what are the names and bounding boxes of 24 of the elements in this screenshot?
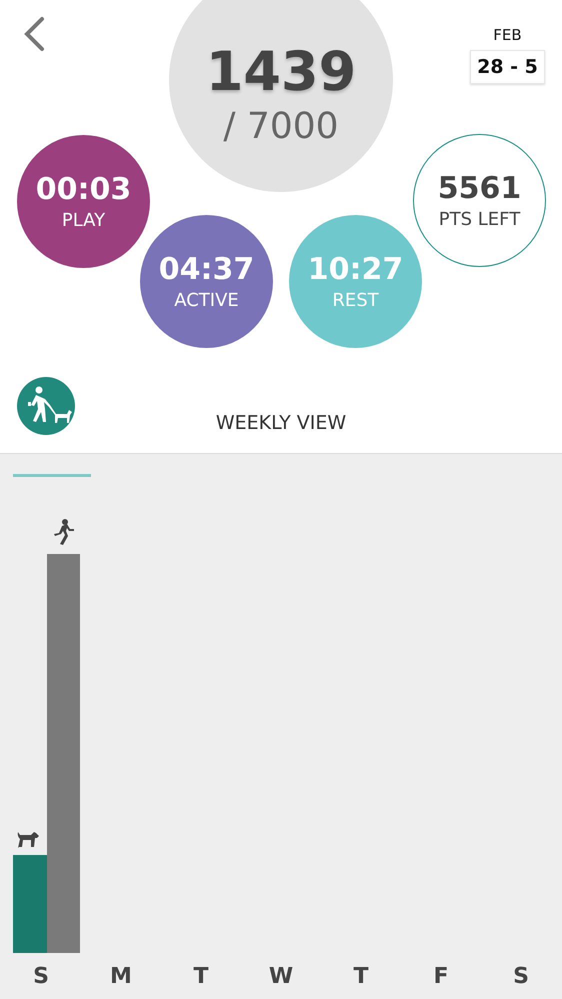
stat-value: 10:27: [308, 252, 404, 286]
points-target: / 7000: [223, 105, 339, 149]
day-label[interactable]: T: [321, 964, 401, 988]
stat-value: 00:03: [36, 172, 132, 206]
day-label[interactable]: T: [161, 964, 241, 988]
stat-value: 5561: [438, 172, 522, 204]
points-value: 1439: [206, 45, 356, 100]
month-label: FEB: [492, 26, 523, 44]
dog-walker-icon[interactable]: [17, 377, 75, 435]
day-label[interactable]: S: [1, 964, 81, 988]
day-label[interactable]: W: [241, 964, 321, 988]
stat-label: REST: [332, 290, 379, 310]
day-label[interactable]: F: [401, 964, 481, 988]
day-label[interactable]: M: [81, 964, 161, 988]
back-icon: [22, 16, 46, 52]
dog-icon: [18, 832, 39, 848]
stat-label: ACTIVE: [174, 290, 239, 310]
stat-label: PLAY: [62, 210, 106, 230]
day-label[interactable]: S: [481, 964, 561, 988]
date-range[interactable]: 28 - 5: [470, 50, 545, 84]
stat-label: PTS LEFT: [438, 208, 520, 230]
walking-person-icon: [54, 519, 74, 545]
stat-value: 04:37: [158, 252, 254, 286]
section-title: WEEKLY VIEW: [214, 412, 348, 434]
